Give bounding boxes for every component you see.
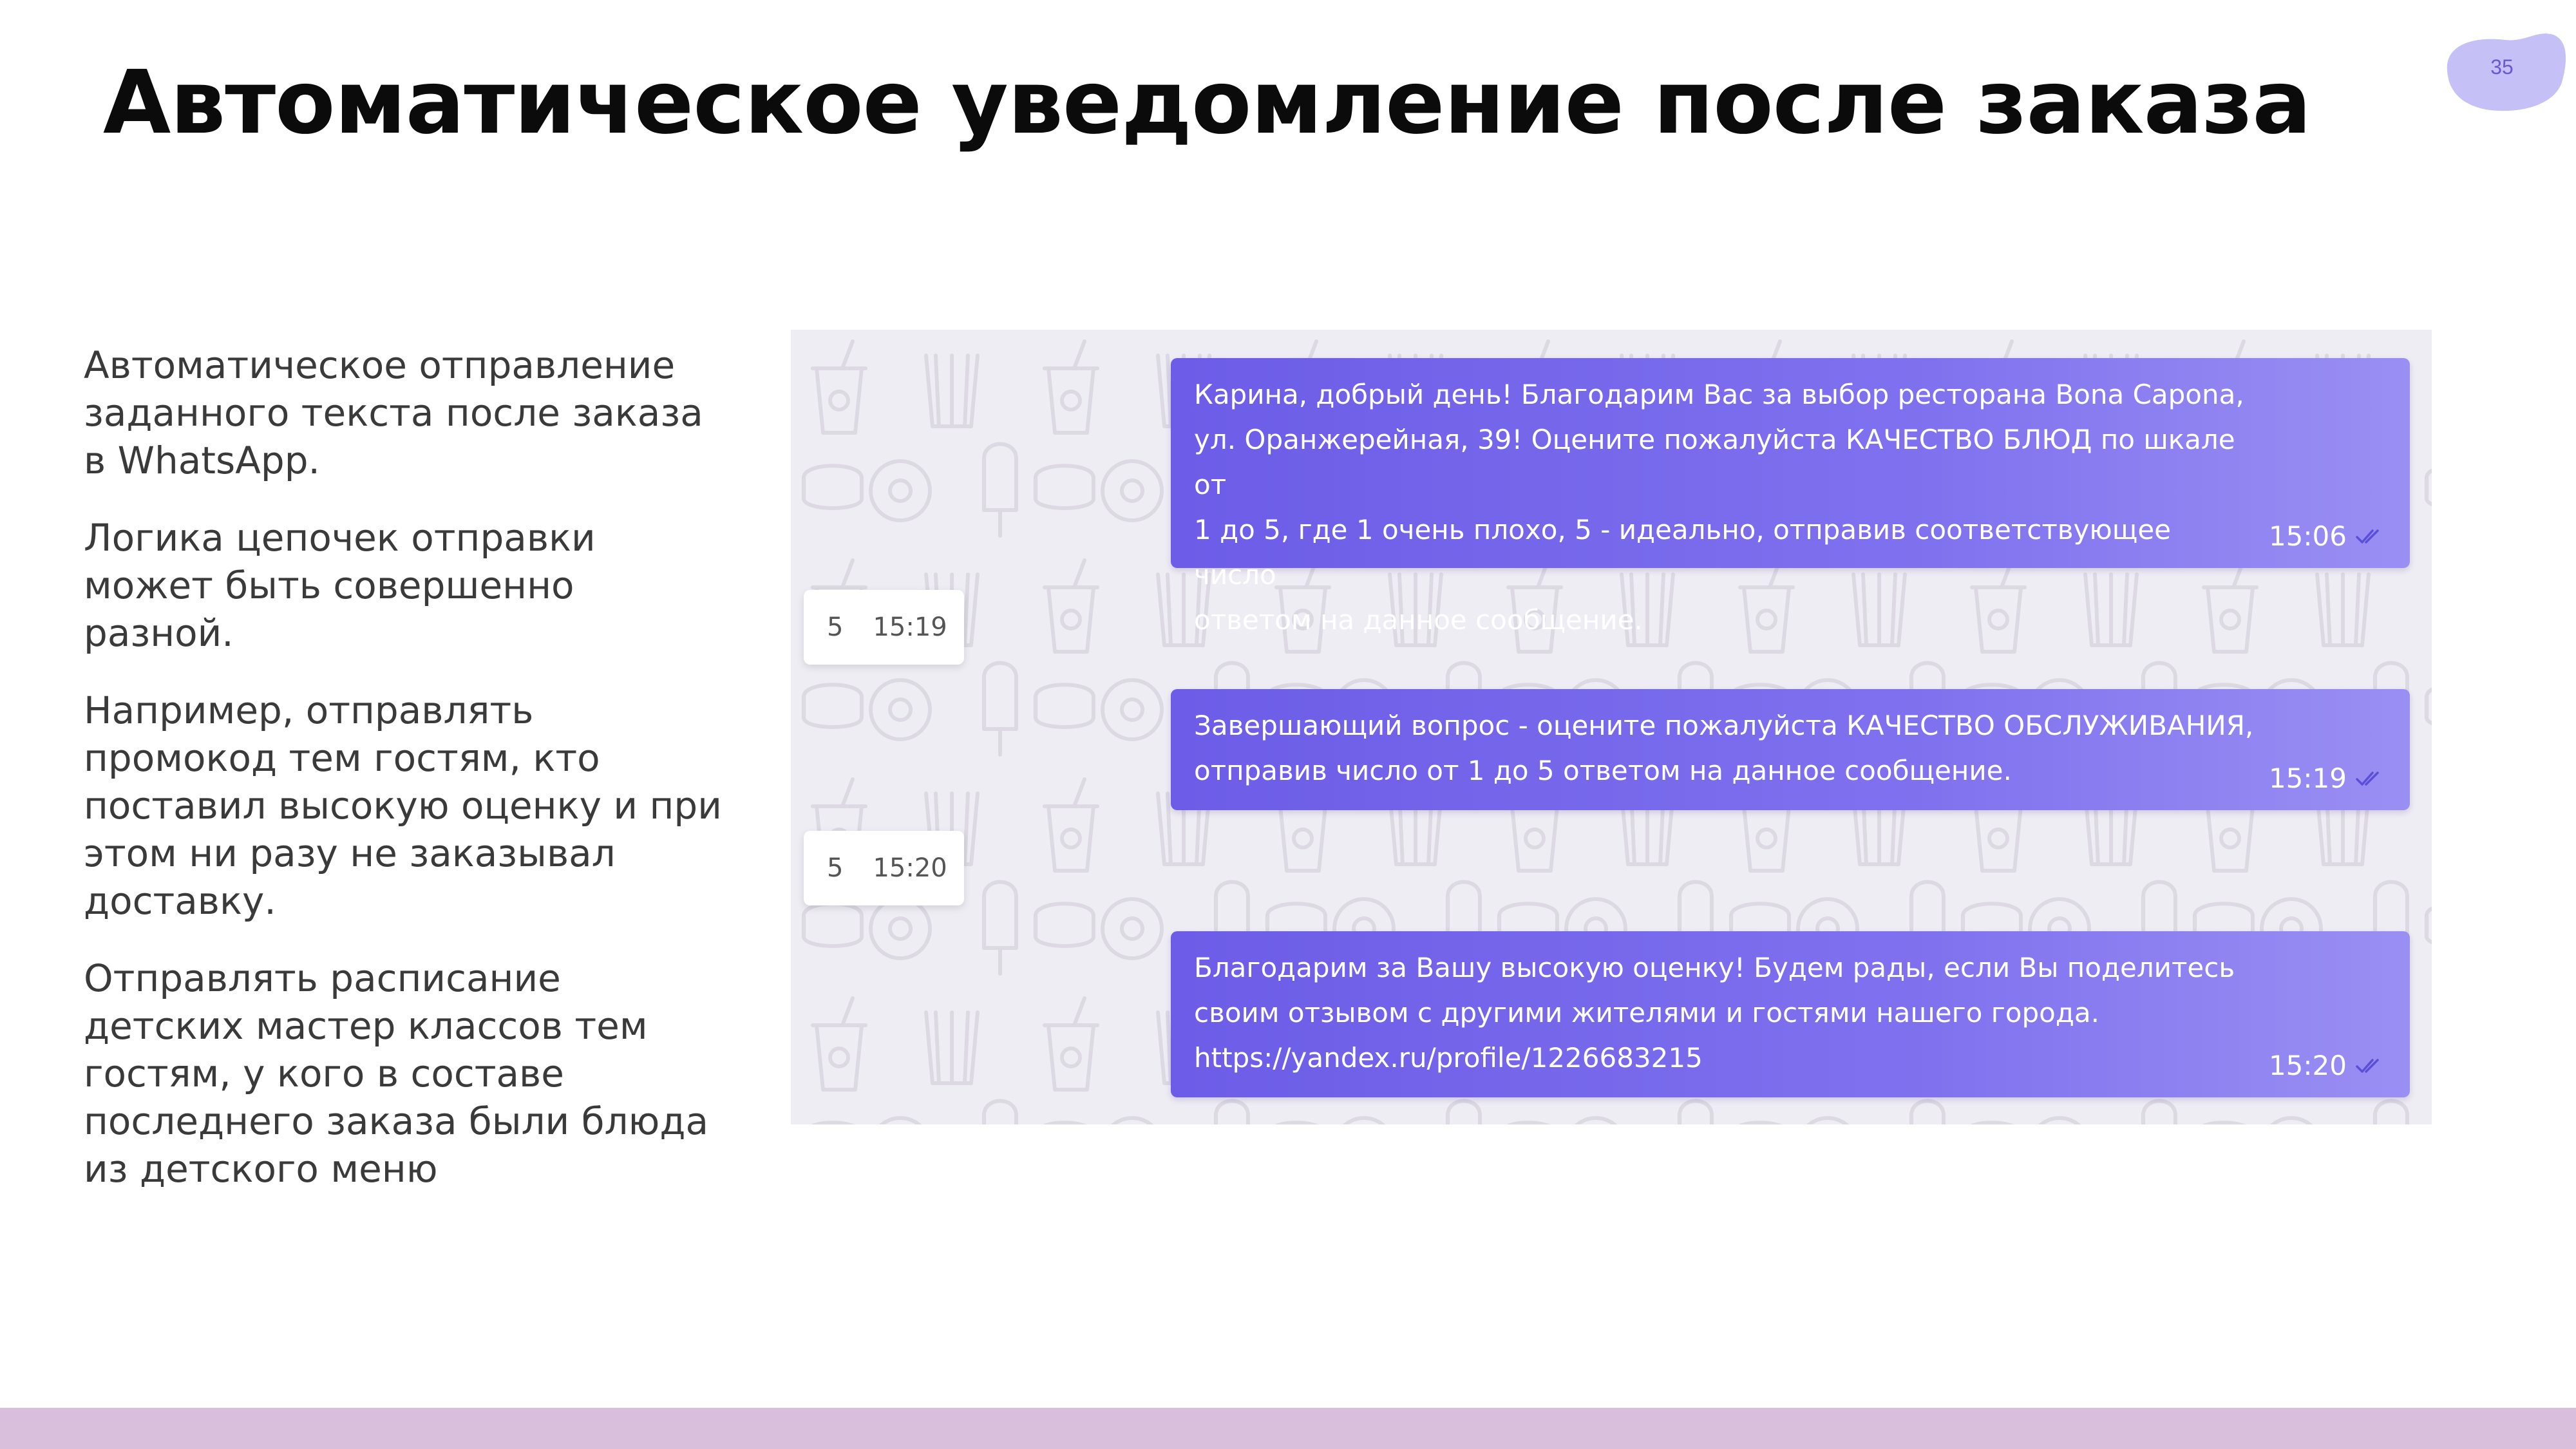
chat-message-text: Благодарим за Вашу высокую оценку! Будем…: [1194, 952, 2235, 1074]
reply-card: 5 15:20: [804, 831, 964, 905]
chat-message-text: Завершающий вопрос - оцените пожалуйста …: [1194, 710, 2254, 786]
chat-message-bubble: Карина, добрый день! Благодарим Вас за в…: [1171, 358, 2410, 636]
description-text: Автоматическое отправление заданного тек…: [84, 341, 728, 1222]
reply-value: 5: [827, 853, 844, 883]
description-paragraph: Например, отправлять промокод тем гостям…: [84, 688, 722, 923]
chat-message-bubble: Завершающий вопрос - оцените пожалуйста …: [1171, 689, 2410, 810]
message-meta: 15:06: [2269, 514, 2387, 559]
slide-title: Автоматическое уведомление после заказа: [103, 52, 2311, 154]
double-check-icon: [2356, 772, 2379, 786]
page-number: 35: [2490, 55, 2514, 79]
chat-message-text: Карина, добрый день! Благодарим Вас за в…: [1194, 379, 2244, 636]
reply-time: 15:20: [873, 853, 947, 883]
message-meta: 15:20: [2269, 1043, 2387, 1088]
double-check-icon: [2356, 529, 2379, 544]
description-paragraph: Логика цепочек отправки может быть совер…: [84, 516, 596, 655]
message-time: 15:06: [2268, 520, 2347, 552]
reply-card: 5 15:19: [804, 590, 964, 665]
message-time: 15:19: [2268, 762, 2347, 794]
footer-bar: [0, 1408, 2576, 1449]
chat-screenshot: Карина, добрый день! Благодарим Вас за в…: [791, 330, 2432, 1124]
double-check-icon: [2356, 1059, 2379, 1073]
reply-value: 5: [827, 612, 844, 642]
description-paragraph: Автоматическое отправление заданного тек…: [84, 343, 703, 482]
chat-message-bubble: Благодарим за Вашу высокую оценку! Будем…: [1171, 931, 2410, 1097]
page-number-badge: 35: [2441, 26, 2570, 116]
message-meta: 15:19: [2269, 756, 2387, 801]
reply-time: 15:19: [873, 612, 947, 642]
description-paragraph: Отправлять расписание детских мастер кла…: [84, 956, 708, 1191]
message-time: 15:20: [2268, 1050, 2347, 1081]
